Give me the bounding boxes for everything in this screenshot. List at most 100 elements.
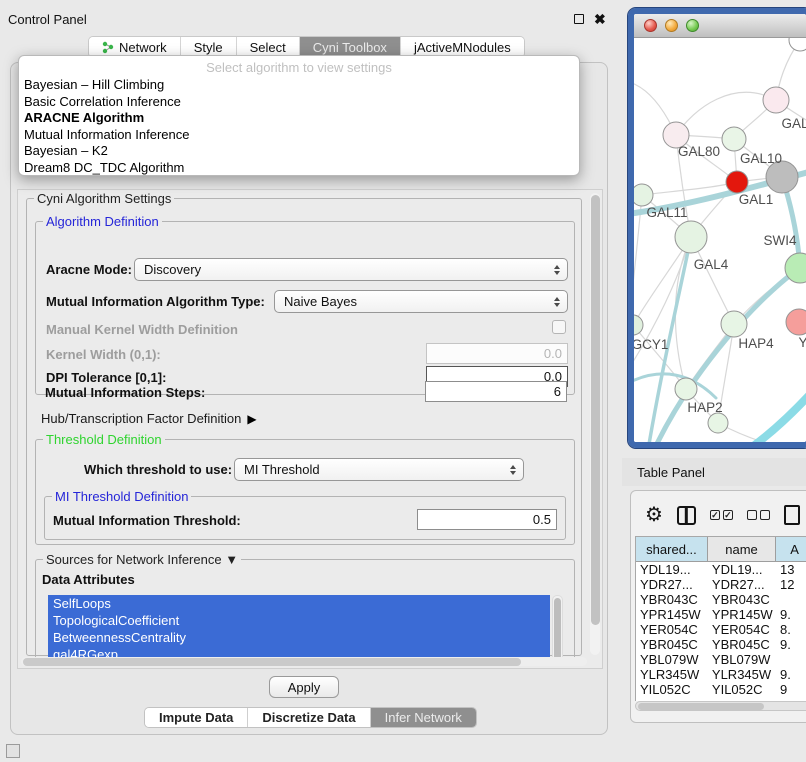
settings-horizontal-scrollbar[interactable] (21, 657, 587, 666)
threshold-definition-title: Threshold Definition (43, 432, 165, 447)
manual-kernel-width-checkbox[interactable] (552, 320, 566, 334)
table-body: YDL19...YDL19...13YDR27...YDR27...12YBR0… (636, 562, 806, 697)
apply-button[interactable]: Apply (269, 676, 339, 698)
which-threshold-combo[interactable]: MI Threshold (234, 458, 524, 481)
algorithm-option[interactable]: ARACNE Algorithm (19, 110, 579, 127)
tab-infer-network[interactable]: Infer Network (371, 708, 476, 727)
network-node[interactable] (675, 378, 697, 400)
table-cell: YER054C (636, 622, 708, 637)
node-label: Y (798, 335, 806, 350)
tab-select[interactable]: Select (237, 37, 300, 57)
network-node[interactable] (722, 127, 746, 151)
cyni-algorithm-settings-title: Cyni Algorithm Settings (34, 191, 174, 206)
table-cell: 13 (776, 562, 806, 577)
node-label: GAL11 (646, 205, 687, 220)
aracne-mode-combo[interactable]: Discovery (134, 258, 568, 281)
data-attribute-item[interactable]: SelfLoops (48, 595, 550, 612)
table-row[interactable]: YER054CYER054C8. (636, 622, 806, 637)
table-cell: 9. (776, 607, 806, 622)
tab-impute-data[interactable]: Impute Data (145, 708, 248, 727)
network-icon (102, 41, 114, 54)
spinner-icon (510, 459, 516, 480)
mi-algorithm-type-label: Mutual Information Algorithm Type: (46, 294, 265, 309)
expand-arrow-icon: ▶ (247, 412, 256, 426)
column-header[interactable]: shared... (636, 537, 708, 562)
mi-steps-label: Mutual Information Steps: (45, 385, 205, 400)
algorithm-option[interactable]: Basic Correlation Inference (19, 94, 579, 111)
table-row[interactable]: YBL079WYBL079W (636, 652, 806, 667)
zoom-traffic-light-icon[interactable] (686, 19, 699, 32)
application-window: Control Panel ✖ Network Style Select Cyn… (0, 0, 806, 762)
network-node[interactable] (708, 413, 728, 433)
attributes-scrollbar[interactable] (552, 595, 563, 663)
float-window-icon[interactable] (574, 14, 584, 24)
network-node[interactable] (634, 315, 643, 335)
columns-icon[interactable] (677, 506, 696, 525)
table-horizontal-scrollbar[interactable] (635, 701, 806, 711)
mi-threshold-field[interactable]: 0.5 (417, 509, 557, 530)
network-node[interactable] (675, 221, 707, 253)
table-cell: YBL079W (636, 652, 708, 667)
data-attribute-item[interactable]: BetweennessCentrality (48, 629, 550, 646)
table-row[interactable]: YBR045CYBR045C9. (636, 637, 806, 652)
network-canvas[interactable]: GALGAL80GAL10GAL1GAL11SWI4GAL4GCY1HAP4YH… (634, 38, 806, 447)
select-all-columns-icon[interactable]: ✓✓ (710, 510, 733, 520)
deselect-all-columns-icon[interactable] (747, 510, 770, 520)
algorithm-option[interactable]: Dream8 DC_TDC Algorithm (19, 160, 579, 177)
node-label: GAL80 (678, 144, 720, 159)
mi-steps-field[interactable]: 6 (425, 381, 567, 402)
data-attribute-item[interactable]: TopologicalCoefficient (48, 612, 550, 629)
table-row[interactable]: YDR27...YDR27...12 (636, 577, 806, 592)
table-row[interactable]: YPR145WYPR145W9. (636, 607, 806, 622)
node-label: GAL10 (740, 151, 782, 166)
table-row[interactable]: YLR345WYLR345W9. (636, 667, 806, 682)
settings-vertical-scrollbar[interactable] (590, 193, 600, 655)
tab-cyni-toolbox[interactable]: Cyni Toolbox (300, 37, 401, 57)
dock-panel-icon[interactable] (6, 744, 20, 758)
network-node[interactable] (789, 38, 806, 51)
node-table: shared... name A YDL19...YDL19...13YDR27… (635, 536, 806, 701)
kernel-width-label: Kernel Width (0,1): (46, 347, 161, 362)
collapse-arrow-icon[interactable]: ▼ (225, 552, 238, 567)
network-node[interactable] (786, 309, 806, 335)
algorithm-options: Bayesian – Hill ClimbingBasic Correlatio… (19, 77, 579, 176)
tab-jactivemnodules[interactable]: jActiveMNodules (401, 37, 524, 57)
hub-definition-expander[interactable]: Hub/Transcription Factor Definition▶ (41, 411, 257, 426)
column-header[interactable]: A (776, 537, 806, 562)
network-node[interactable] (726, 171, 748, 193)
gear-icon[interactable]: ⚙ (645, 505, 663, 525)
network-node[interactable] (634, 184, 653, 206)
mi-algorithm-type-combo[interactable]: Naive Bayes (274, 290, 568, 313)
data-attributes-list: SelfLoopsTopologicalCoefficientBetweenne… (48, 595, 550, 663)
table-row[interactable]: YBR043CYBR043C (636, 592, 806, 607)
network-node[interactable] (763, 87, 789, 113)
table-cell: YBR043C (636, 592, 708, 607)
table-panel-header: Table Panel (622, 458, 806, 486)
network-node[interactable] (721, 311, 747, 337)
tab-discretize-data[interactable]: Discretize Data (248, 708, 370, 727)
aracne-mode-label: Aracne Mode: (46, 262, 132, 277)
table-cell: 9 (776, 682, 806, 697)
tab-style[interactable]: Style (181, 37, 237, 57)
table-cell: YLR345W (636, 667, 708, 682)
table-panel: ⚙ ✓✓ shared... name A YDL19...YDL19...13… (630, 490, 806, 723)
minimize-traffic-light-icon[interactable] (665, 19, 678, 32)
close-traffic-light-icon[interactable] (644, 19, 657, 32)
node-label: GCY1 (634, 337, 668, 352)
spinner-icon (554, 291, 560, 312)
algorithm-option[interactable]: Bayesian – K2 (19, 143, 579, 160)
close-icon[interactable]: ✖ (594, 14, 606, 24)
network-view-window[interactable]: GALGAL80GAL10GAL1GAL11SWI4GAL4GCY1HAP4YH… (628, 8, 806, 448)
tab-network[interactable]: Network (89, 37, 181, 57)
node-label: GAL (781, 116, 806, 131)
table-row[interactable]: YIL052CYIL052C9 (636, 682, 806, 697)
algorithm-option[interactable]: Bayesian – Hill Climbing (19, 77, 579, 94)
bottom-tabbar: Impute Data Discretize Data Infer Networ… (144, 707, 477, 728)
algorithm-option[interactable]: Mutual Information Inference (19, 127, 579, 144)
node-label: HAP2 (687, 400, 722, 415)
kernel-width-field[interactable]: 0.0 (426, 343, 568, 364)
table-row[interactable]: YDL19...YDL19...13 (636, 562, 806, 577)
table-cell: YBR043C (708, 592, 776, 607)
column-header[interactable]: name (708, 537, 776, 562)
export-table-icon[interactable] (784, 505, 800, 525)
